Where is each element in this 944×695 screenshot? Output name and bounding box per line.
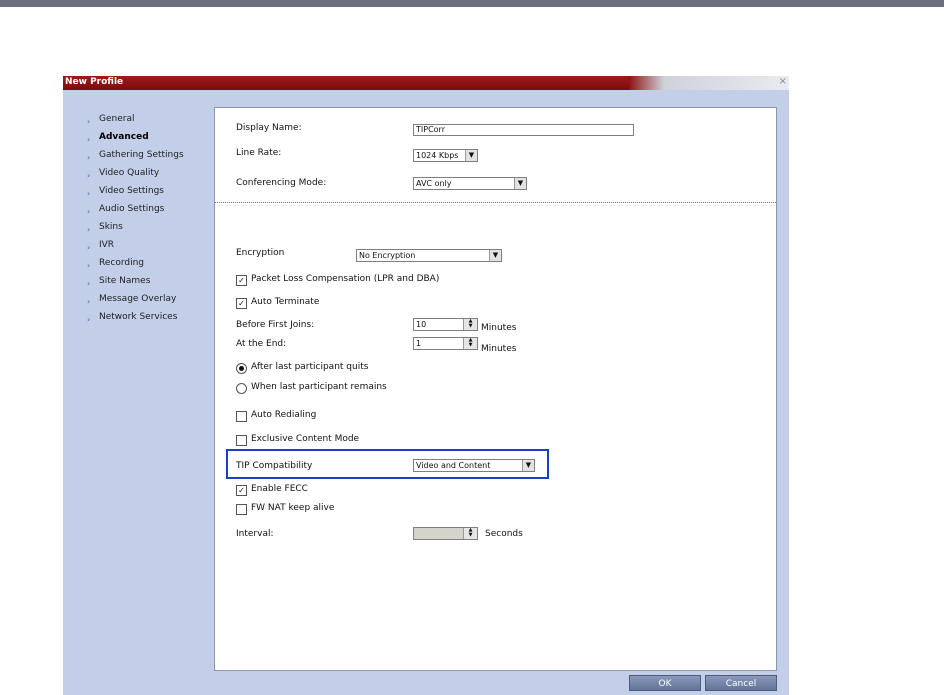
after-last-quits-radio[interactable] xyxy=(236,363,247,374)
before-first-joins-label: Before First Joins: xyxy=(236,320,315,330)
at-the-end-stepper[interactable]: 1 ▲ ▼ xyxy=(413,337,478,350)
interval-unit: Seconds xyxy=(485,529,523,539)
chevron-right-icon: › xyxy=(87,117,91,126)
auto-redialing-checkbox[interactable] xyxy=(236,411,247,422)
window-title: New Profile xyxy=(65,77,124,87)
sidebar-item-label: Video Settings xyxy=(99,186,164,196)
sidebar-item-video-settings[interactable]: › Video Settings xyxy=(87,185,184,203)
settings-panel: Display Name: TIPCorr Line Rate: 1024 Kb… xyxy=(214,107,777,671)
sidebar-item-label: IVR xyxy=(99,240,115,250)
chevron-down-icon[interactable]: ▼ xyxy=(465,150,477,161)
enable-fecc-label: Enable FECC xyxy=(251,484,308,494)
auto-redialing-label: Auto Redialing xyxy=(251,410,317,420)
chevron-right-icon: › xyxy=(87,153,91,162)
spin-arrows-icon[interactable]: ▲ ▼ xyxy=(463,528,477,539)
sidebar-item-label: Advanced xyxy=(99,132,149,142)
at-the-end-value: 1 xyxy=(416,339,422,348)
sidebar-item-label: Audio Settings xyxy=(99,204,165,214)
packet-loss-label: Packet Loss Compensation (LPR and DBA) xyxy=(251,274,440,284)
chevron-right-icon: › xyxy=(87,225,91,234)
encryption-dropdown[interactable]: No Encryption ▼ xyxy=(356,249,502,262)
sidebar-item-network-services[interactable]: › Network Services xyxy=(87,311,184,329)
sidebar-item-skins[interactable]: › Skins xyxy=(87,221,184,239)
top-bar xyxy=(0,0,944,7)
close-icon[interactable]: × xyxy=(779,76,787,87)
chevron-down-icon[interactable]: ▼ xyxy=(514,178,526,189)
chevron-right-icon: › xyxy=(87,243,91,252)
chevron-right-icon: › xyxy=(87,279,91,288)
chevron-right-icon: › xyxy=(87,135,91,144)
before-first-joins-unit: Minutes xyxy=(481,323,517,333)
sidebar-item-video-quality[interactable]: › Video Quality xyxy=(87,167,184,185)
conferencing-mode-value: AVC only xyxy=(416,179,452,188)
chevron-right-icon: › xyxy=(87,189,91,198)
exclusive-content-label: Exclusive Content Mode xyxy=(251,434,360,444)
after-last-quits-label: After last participant quits xyxy=(251,362,369,372)
sidebar-item-audio-settings[interactable]: › Audio Settings xyxy=(87,203,184,221)
sidebar-item-label: Skins xyxy=(99,222,123,232)
encryption-label: Encryption xyxy=(236,248,285,258)
auto-terminate-checkbox[interactable]: ✓ xyxy=(236,298,247,309)
interval-label: Interval: xyxy=(236,529,274,539)
ok-button[interactable]: OK xyxy=(629,675,701,691)
when-last-remains-radio[interactable] xyxy=(236,383,247,394)
sidebar-nav: › General › Advanced › Gathering Settings › Vid… xyxy=(87,113,184,329)
chevron-right-icon: › xyxy=(87,171,91,180)
sidebar-item-advanced[interactable]: › Advanced xyxy=(87,131,184,149)
sidebar-item-message-overlay[interactable]: › Message Overlay xyxy=(87,293,184,311)
packet-loss-checkbox[interactable]: ✓ xyxy=(236,275,247,286)
line-rate-label: Line Rate: xyxy=(236,148,282,158)
sidebar-item-label: Gathering Settings xyxy=(99,150,184,160)
display-name-field[interactable]: TIPCorr xyxy=(413,124,634,136)
section-divider xyxy=(215,202,776,203)
cancel-button[interactable]: Cancel xyxy=(705,675,777,691)
chevron-right-icon: › xyxy=(87,297,91,306)
spin-arrows-icon[interactable]: ▲ ▼ xyxy=(463,319,477,330)
when-last-remains-label: When last participant remains xyxy=(251,382,387,392)
interval-stepper[interactable]: ▲ ▼ xyxy=(413,527,478,540)
fw-nat-label: FW NAT keep alive xyxy=(251,503,335,513)
sidebar-item-label: Site Names xyxy=(99,276,151,286)
exclusive-content-checkbox[interactable] xyxy=(236,435,247,446)
spin-arrows-icon[interactable]: ▲ ▼ xyxy=(463,338,477,349)
chevron-down-icon[interactable]: ▼ xyxy=(489,250,501,261)
display-name-label: Display Name: xyxy=(236,123,302,133)
chevron-right-icon: › xyxy=(87,207,91,216)
enable-fecc-checkbox[interactable]: ✓ xyxy=(236,485,247,496)
fw-nat-checkbox[interactable] xyxy=(236,504,247,515)
title-bar[interactable]: New Profile × xyxy=(63,76,789,90)
sidebar-item-label: General xyxy=(99,114,135,124)
spin-down-icon[interactable]: ▼ xyxy=(469,342,473,348)
sidebar-item-label: Message Overlay xyxy=(99,294,177,304)
chevron-right-icon: › xyxy=(87,261,91,270)
conferencing-mode-dropdown[interactable]: AVC only ▼ xyxy=(413,177,527,190)
sidebar-item-recording[interactable]: › Recording xyxy=(87,257,184,275)
sidebar-item-label: Network Services xyxy=(99,312,178,322)
title-bar-gradient xyxy=(629,76,789,90)
tip-compatibility-highlight xyxy=(226,449,549,479)
before-first-joins-value: 10 xyxy=(416,320,427,329)
encryption-value: No Encryption xyxy=(359,251,416,260)
before-first-joins-stepper[interactable]: 10 ▲ ▼ xyxy=(413,318,478,331)
sidebar-item-general[interactable]: › General xyxy=(87,113,184,131)
at-the-end-label: At the End: xyxy=(236,339,287,349)
at-the-end-unit: Minutes xyxy=(481,344,517,354)
line-rate-value: 1024 Kbps xyxy=(416,151,459,160)
conferencing-mode-label: Conferencing Mode: xyxy=(236,178,327,188)
spin-down-icon[interactable]: ▼ xyxy=(469,532,473,538)
chevron-right-icon: › xyxy=(87,315,91,324)
new-profile-dialog: New Profile × › General › Advanced › Gatherin… xyxy=(63,76,789,695)
sidebar-item-ivr[interactable]: › IVR xyxy=(87,239,184,257)
line-rate-dropdown[interactable]: 1024 Kbps ▼ xyxy=(413,149,478,162)
sidebar-item-gathering-settings[interactable]: › Gathering Settings xyxy=(87,149,184,167)
sidebar-item-label: Recording xyxy=(99,258,145,268)
spin-down-icon[interactable]: ▼ xyxy=(469,323,473,329)
auto-terminate-label: Auto Terminate xyxy=(251,297,320,307)
sidebar-item-site-names[interactable]: › Site Names xyxy=(87,275,184,293)
sidebar-item-label: Video Quality xyxy=(99,168,160,178)
